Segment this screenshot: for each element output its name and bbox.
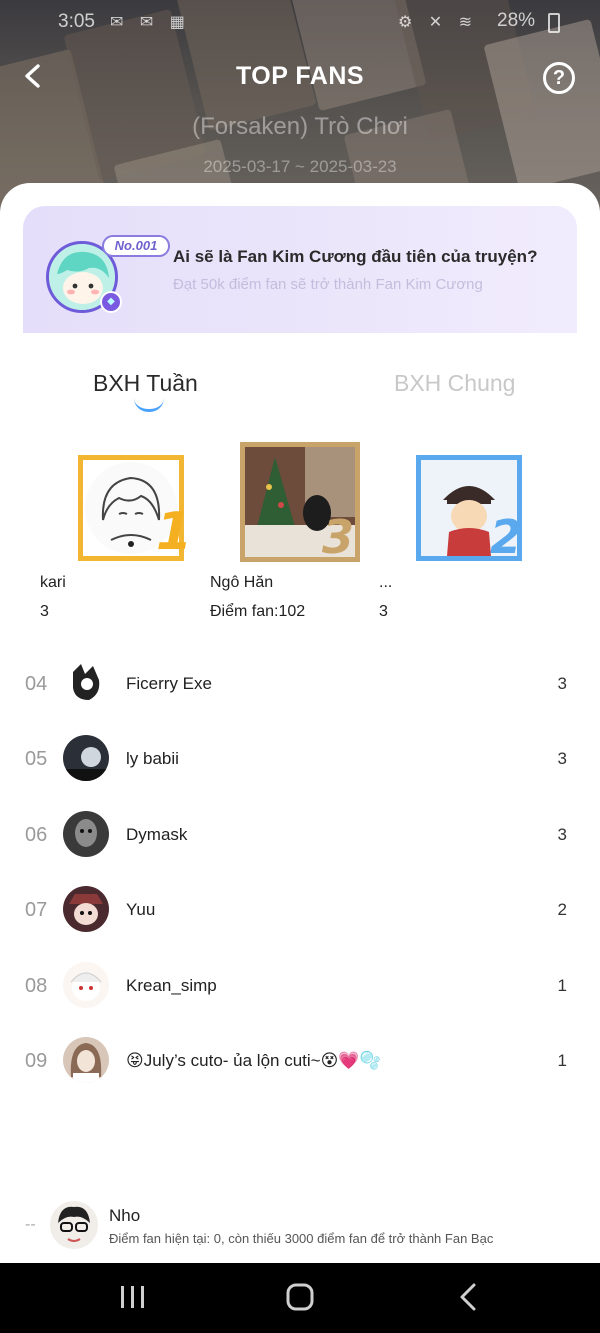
podium-third-name: Ngô Hăn bbox=[210, 574, 274, 591]
promo-title: Ai sẽ là Fan Kim Cương đầu tiên của truy… bbox=[173, 247, 538, 266]
my-avatar[interactable] bbox=[50, 1201, 98, 1249]
username: Krean_simp bbox=[126, 976, 217, 995]
rank-number: 06 bbox=[25, 824, 48, 846]
date-range: 2025-03-17 ~ 2025-03-23 bbox=[203, 157, 397, 176]
podium-first-score: 3 bbox=[40, 603, 49, 620]
back-chevron-icon bbox=[460, 1283, 476, 1311]
avatar bbox=[63, 886, 109, 932]
avatar bbox=[63, 1037, 109, 1083]
avatar bbox=[63, 811, 109, 857]
podium-first-name: kari bbox=[40, 574, 66, 591]
help-button[interactable]: ? bbox=[543, 62, 575, 94]
rank-number-second: 2 bbox=[490, 510, 523, 564]
list-item[interactable]: 06 Dymask 3 bbox=[0, 796, 600, 872]
fan-points: 3 bbox=[557, 674, 567, 693]
my-progress-note: Điểm fan hiện tại: 0, còn thiếu 3000 điể… bbox=[109, 1231, 494, 1246]
fan-points: 1 bbox=[557, 1051, 567, 1070]
list-item[interactable]: 09 😝July’s cuto- ủa lộn cuti~😵💗🫧 1 bbox=[0, 1022, 600, 1098]
battery-icon bbox=[548, 13, 560, 33]
promo-subtitle: Đạt 50k điểm fan sẽ trở thành Fan Kim Cư… bbox=[173, 276, 483, 293]
list-item[interactable]: 05 ly babii 3 bbox=[0, 720, 600, 796]
recent-apps-button[interactable] bbox=[93, 1263, 173, 1333]
avatar bbox=[63, 660, 109, 706]
my-username: Nho bbox=[109, 1206, 141, 1225]
fan-points: 3 bbox=[557, 825, 567, 844]
system-back-button[interactable] bbox=[428, 1263, 508, 1333]
rank-number: 04 bbox=[25, 673, 48, 695]
home-icon bbox=[286, 1283, 314, 1311]
page-title: TOP FANS bbox=[235, 62, 365, 90]
story-title: (Forsaken) Trò Chơi bbox=[192, 113, 408, 140]
battery-level: 28% bbox=[497, 10, 536, 31]
username: Ficerry Exe bbox=[126, 674, 212, 693]
username: 😝July’s cuto- ủa lộn cuti~😵💗🫧 bbox=[126, 1051, 381, 1070]
system-nav-bar bbox=[0, 1263, 600, 1333]
username: Dymask bbox=[126, 825, 188, 844]
fan-points: 1 bbox=[557, 976, 567, 995]
home-button[interactable] bbox=[260, 1263, 340, 1333]
list-item[interactable]: 04 Ficerry Exe 3 bbox=[0, 645, 600, 721]
tab-weekly-ranking[interactable]: BXH Tuần bbox=[93, 370, 198, 397]
glasses-avatar bbox=[50, 1201, 98, 1249]
fan-points: 3 bbox=[557, 749, 567, 768]
recent-apps-icon bbox=[121, 1286, 144, 1308]
rank-badge: No.001 bbox=[102, 235, 170, 257]
username: Yuu bbox=[126, 900, 156, 919]
username: ly babii bbox=[126, 749, 179, 768]
rank-number-first: 1 bbox=[156, 502, 193, 562]
rank-number: 05 bbox=[25, 748, 48, 770]
question-mark-icon: ? bbox=[552, 67, 566, 89]
status-bar: 3:05 ✉ ✉ ▦ ⚙ ✕ ≋ 28% bbox=[0, 0, 600, 44]
system-icons: ⚙ ✕ ≋ bbox=[398, 14, 479, 31]
fan-points: 2 bbox=[557, 900, 567, 919]
podium-second-score: 3 bbox=[379, 603, 388, 620]
tab-overall-ranking[interactable]: BXH Chung bbox=[394, 370, 515, 397]
rank-number: 09 bbox=[25, 1050, 48, 1072]
status-time: 3:05 bbox=[58, 11, 95, 32]
my-rank: -- bbox=[25, 1216, 36, 1233]
list-item[interactable]: 07 Yuu 2 bbox=[0, 871, 600, 947]
avatar bbox=[63, 735, 109, 781]
podium-second-name: ... bbox=[379, 574, 393, 591]
rank-number: 08 bbox=[25, 975, 48, 997]
avatar bbox=[63, 962, 109, 1008]
diamond-gem-icon: ◆ bbox=[100, 291, 122, 313]
notification-icons: ✉ ✉ ▦ bbox=[110, 14, 191, 31]
rank-number: 07 bbox=[25, 899, 48, 921]
podium-third-score: Điểm fan:102 bbox=[210, 603, 306, 620]
rank-number-third: 3 bbox=[322, 510, 355, 564]
list-item[interactable]: 08 Krean_simp 1 bbox=[0, 947, 600, 1023]
